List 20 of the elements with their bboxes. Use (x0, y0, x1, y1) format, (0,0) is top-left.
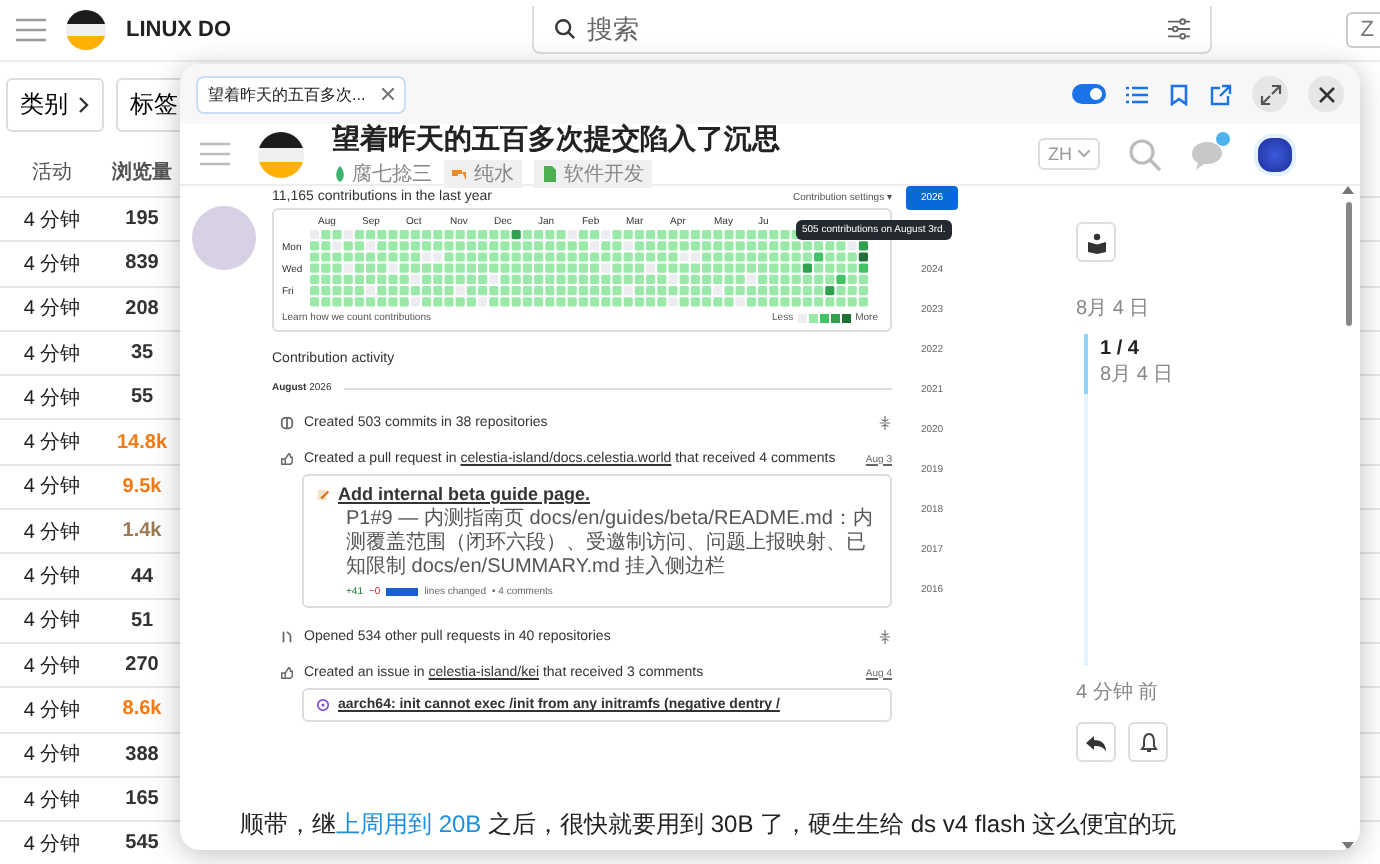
activity-cell: 4 分钟 (0, 464, 104, 510)
activity-cell: 4 分钟 (0, 286, 104, 331)
activity-cell: 4 分钟 (0, 553, 104, 599)
activity-cell: 4 分钟 (0, 197, 104, 242)
post-text: 顺带，继上周用到 20B 之后，很快就要用到 30B 了，硬生生给 ds v4 flash 这么便宜的玩 (240, 808, 1177, 842)
timeline-date: 8月 4 日 (1100, 364, 1174, 386)
activity-cell: 4 分钟 (0, 732, 104, 777)
activity-cell: 4 分钟 (0, 241, 104, 287)
activity-cell: 4 分钟 (0, 509, 104, 554)
timeline-position: 1 / 4 (1100, 338, 1141, 360)
activity-cell: 4 分钟 (0, 776, 104, 822)
activity-cell: 4 分钟 (0, 330, 104, 376)
card-description: P1#9 — 内测指南页 docs/en/guides/beta/README.md：内测覆盖范围（闭环六段）、受邀制访问、问题上报映射、已知限制 docs/en/SUMMARY.md 挂入侧边栏 (346, 508, 875, 580)
topic-title: 望着昨天的五百多次提交陷入了沉思 (332, 121, 780, 157)
activity-cell: 4 分钟 (0, 375, 104, 420)
activity-cell: 4 分钟 (0, 419, 104, 465)
activity-cell: 4 分钟 (0, 598, 104, 643)
activity-cell: 4 分钟 (0, 687, 104, 733)
activity-cell: 4 分钟 (0, 821, 104, 864)
activity-cell: 4 分钟 (0, 642, 104, 688)
